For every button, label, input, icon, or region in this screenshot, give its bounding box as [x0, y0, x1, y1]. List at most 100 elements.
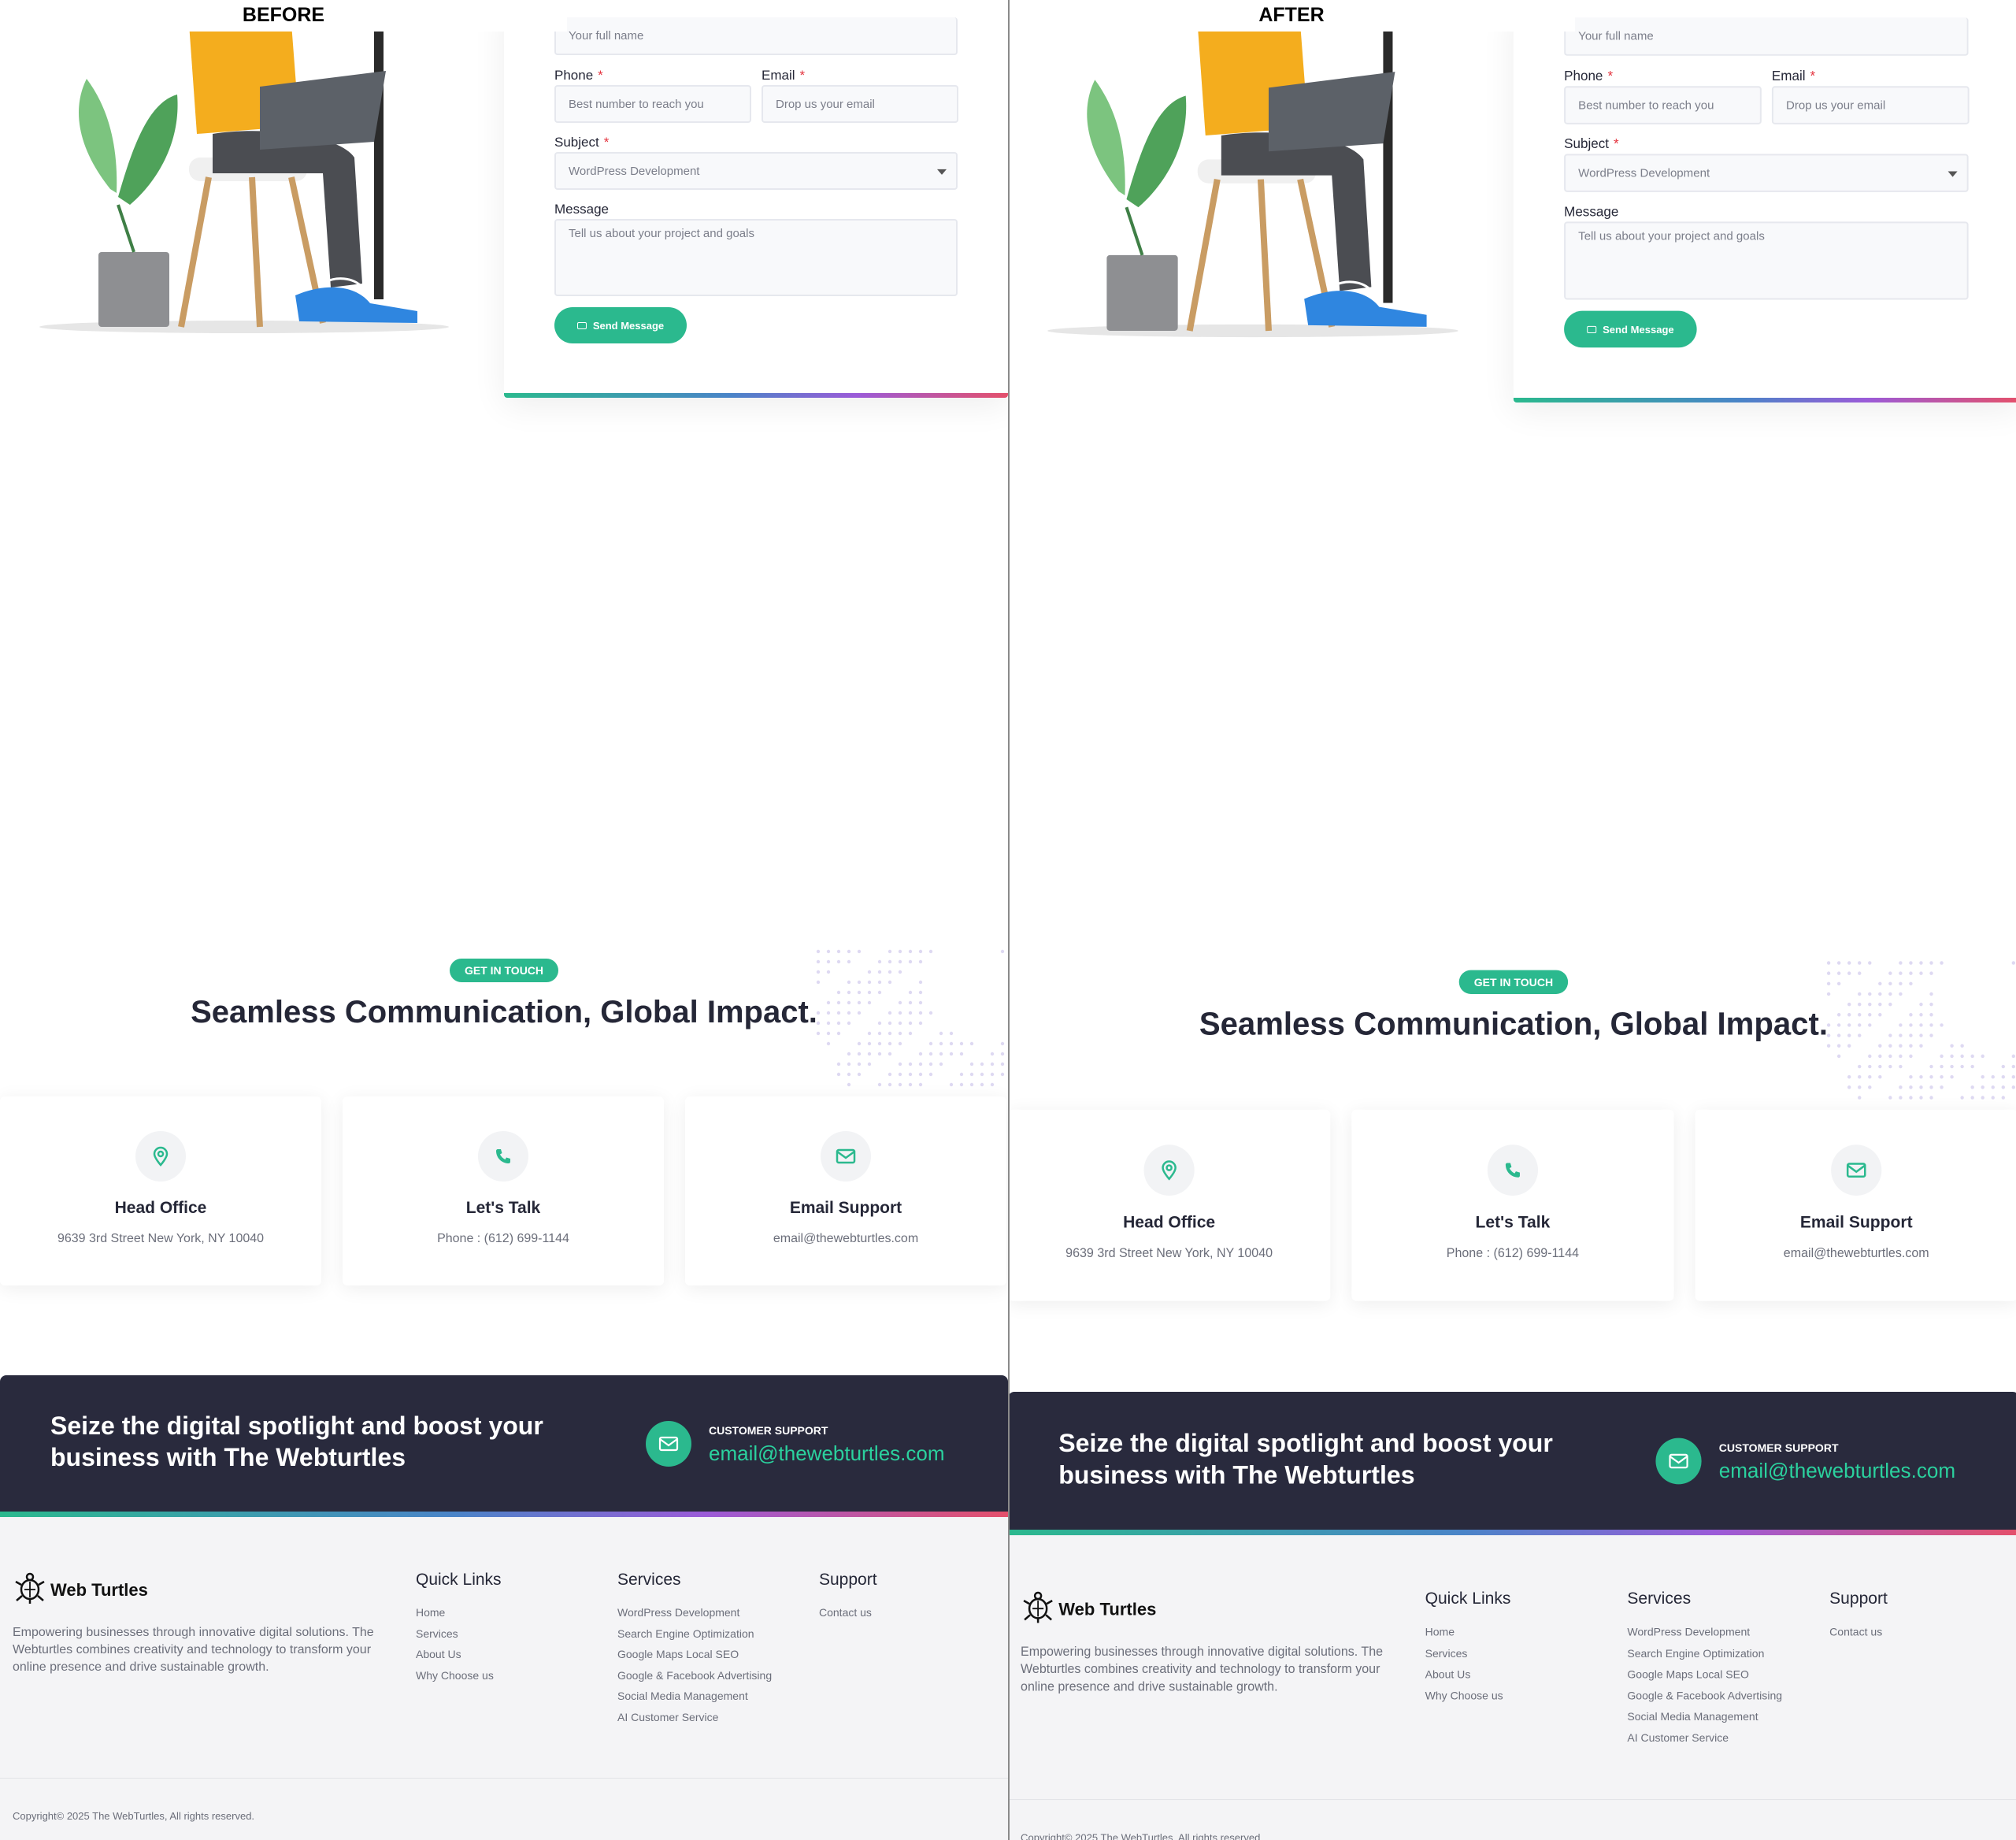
footer-link[interactable]: Why Choose us [416, 1665, 502, 1686]
footer-link[interactable]: WordPress Development [1627, 1621, 1782, 1642]
decorative-dot [1909, 1054, 1913, 1059]
footer-link[interactable]: Services [416, 1623, 502, 1645]
footer-brand[interactable]: Web Turtles [1021, 1590, 1156, 1629]
footer-link[interactable]: Search Engine Optimization [617, 1623, 772, 1645]
message-textarea[interactable]: Tell us about your project and goals [1564, 221, 1969, 300]
card-title: Email Support [789, 1199, 902, 1217]
decorative-dot [928, 1052, 933, 1056]
footer-divider [0, 1778, 1008, 1779]
send-message-button[interactable]: Send Message [1564, 310, 1697, 348]
decorative-dot [1888, 971, 1892, 975]
support-email-link[interactable]: email@thewebturtles.com [1719, 1459, 1955, 1483]
footer-link[interactable]: Google Maps Local SEO [1627, 1664, 1782, 1685]
decorative-dot [826, 1021, 831, 1026]
footer-link[interactable]: About Us [416, 1644, 502, 1665]
decorative-dot [867, 1031, 872, 1036]
cta-banner: Seize the digital spotlight and boost yo… [1008, 1391, 2016, 1536]
message-textarea[interactable]: Tell us about your project and goals [554, 219, 958, 296]
decorative-dot [1826, 971, 1831, 975]
decorative-dot [990, 1082, 995, 1087]
footer-link[interactable]: Google & Facebook Advertising [617, 1665, 772, 1686]
column-title: Quick Links [416, 1571, 502, 1589]
footer-link[interactable]: Contact us [819, 1602, 877, 1623]
footer-link[interactable]: Google & Facebook Advertising [1627, 1685, 1782, 1706]
email-input[interactable]: Drop us your email [762, 85, 958, 123]
decorative-dot [928, 1072, 933, 1077]
decorative-dot [1888, 992, 1892, 996]
footer-link[interactable]: Home [416, 1602, 502, 1623]
phone-input[interactable]: Best number to reach you [554, 85, 751, 123]
send-message-button[interactable]: Send Message [554, 307, 687, 343]
decorative-dot [867, 980, 872, 985]
decorative-dot [836, 1062, 841, 1067]
decorative-dot [857, 1052, 862, 1056]
decorative-dot [1899, 1033, 1903, 1037]
footer-link[interactable]: Contact us [1829, 1621, 1888, 1642]
decorative-dot [1826, 1044, 1831, 1048]
decorative-dot [816, 970, 821, 974]
decorative-dot [898, 1041, 902, 1046]
decorative-dot [908, 1082, 913, 1087]
services-column: Services WordPress Development Search En… [617, 1571, 772, 1727]
name-input[interactable]: Your full name [554, 17, 958, 55]
decorative-dot [847, 1052, 851, 1056]
site-footer: Web Turtles Empowering businesses throug… [0, 1517, 1008, 1840]
decorative-dot [1940, 1085, 1944, 1089]
decorative-dot [918, 1000, 923, 1005]
decorative-dot [1836, 1013, 1841, 1017]
footer-link[interactable]: WordPress Development [617, 1602, 772, 1623]
decorative-dot [1929, 961, 1933, 965]
decorative-dot [2011, 1085, 2016, 1089]
footer-brand[interactable]: Web Turtles [13, 1571, 148, 1609]
card-title: Head Office [1123, 1213, 1216, 1232]
decorative-dot [867, 970, 872, 974]
decorative-dot [1899, 1064, 1903, 1069]
decorative-dot [1919, 971, 1923, 975]
name-input[interactable]: Your full name [1564, 17, 1969, 56]
decorative-dot [867, 1062, 872, 1067]
decorative-dot [888, 1031, 892, 1036]
quick-links-column: Quick Links Home Services About Us Why C… [416, 1571, 502, 1686]
decorative-dot [1919, 1013, 1923, 1017]
decorative-dot [1826, 961, 1831, 965]
decorative-dot [1858, 1085, 1862, 1089]
decorative-dot [2001, 1096, 2005, 1100]
decorative-dot [888, 1082, 892, 1087]
decorative-dot [847, 959, 851, 964]
subject-select[interactable]: WordPress Development [1564, 154, 1969, 192]
brand-name: Web Turtles [50, 1579, 148, 1600]
footer-link[interactable]: AI Customer Service [1627, 1727, 1782, 1748]
decorative-dot [918, 1052, 923, 1056]
footer-link[interactable]: Services [1425, 1642, 1511, 1664]
chevron-down-icon [937, 169, 947, 175]
decorative-dot [1919, 1074, 1923, 1079]
footer-link[interactable]: Google Maps Local SEO [617, 1644, 772, 1665]
footer-link[interactable]: Home [1425, 1621, 1511, 1642]
support-email-link[interactable]: email@thewebturtles.com [709, 1441, 945, 1466]
footer-link[interactable]: Social Media Management [1627, 1706, 1782, 1727]
phone-input[interactable]: Best number to reach you [1564, 86, 1762, 124]
decorative-dot [1858, 961, 1862, 965]
email-input[interactable]: Drop us your email [1771, 86, 1970, 124]
decorative-dot [1868, 1064, 1872, 1069]
card-text: 9639 3rd Street New York, NY 10040 [57, 1232, 265, 1245]
gradient-bar [504, 393, 1008, 398]
decorative-dot [867, 1052, 872, 1056]
lets-talk-card: Let's Talk Phone : (612) 699-1144 [343, 1096, 664, 1285]
decorative-dot [1981, 1074, 1984, 1079]
footer-link[interactable]: Social Media Management [617, 1686, 772, 1707]
gradient-bar [0, 1512, 1008, 1517]
footer-link[interactable]: Search Engine Optimization [1627, 1642, 1782, 1664]
decorative-dot [1991, 1074, 1995, 1079]
subject-select[interactable]: WordPress Development [554, 152, 958, 190]
footer-link[interactable]: About Us [1425, 1664, 1511, 1685]
card-title: Email Support [1799, 1213, 1913, 1232]
decorative-dot [918, 1062, 923, 1067]
footer-link[interactable]: AI Customer Service [617, 1707, 772, 1728]
decorative-dot [888, 970, 892, 974]
decorative-dot [836, 949, 841, 954]
decorative-dot [980, 1082, 984, 1087]
decorative-dot [1970, 1064, 1974, 1069]
decorative-dot [1929, 1074, 1933, 1079]
footer-link[interactable]: Why Choose us [1425, 1685, 1511, 1706]
